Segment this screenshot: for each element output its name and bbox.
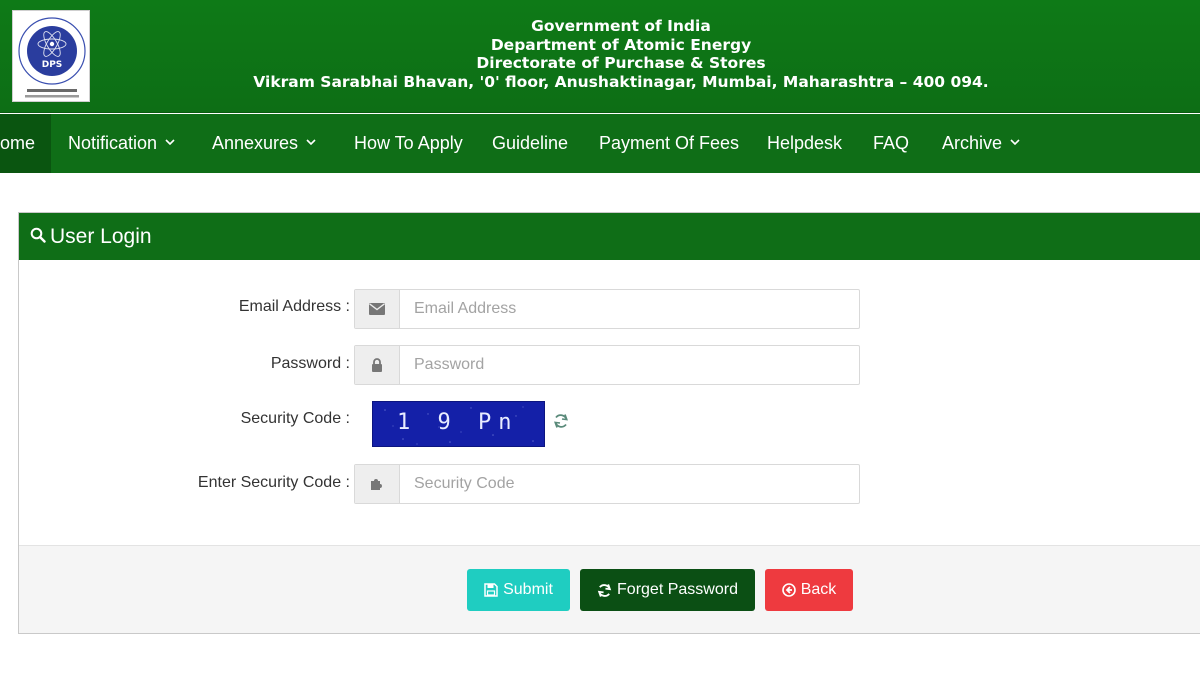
security-code-input[interactable] bbox=[400, 465, 859, 503]
refresh-icon bbox=[597, 583, 612, 597]
nav-item-label: Annexures bbox=[212, 133, 299, 153]
nav-item-home[interactable]: ome bbox=[0, 114, 51, 173]
refresh-captcha-button[interactable] bbox=[553, 413, 569, 434]
header-address: Vikram Sarabhai Bhavan, '0' floor, Anush… bbox=[253, 72, 989, 91]
nav-item-label: Archive bbox=[942, 133, 1003, 153]
header-title-block: Government of India Department of Atomic… bbox=[0, 17, 1200, 91]
save-icon bbox=[484, 583, 498, 597]
chevron-down-icon bbox=[306, 139, 316, 146]
nav-item-guideline[interactable]: Guideline bbox=[492, 114, 568, 173]
submit-label: Submit bbox=[503, 581, 553, 598]
chevron-down-icon bbox=[165, 139, 175, 146]
nav-item-label: Notification bbox=[68, 133, 158, 153]
email-label: Email Address : bbox=[238, 298, 350, 315]
chevron-down-icon bbox=[1010, 139, 1020, 146]
panel-title: User Login bbox=[50, 225, 152, 248]
site-header: DPS Government of India Department of At… bbox=[0, 0, 1200, 113]
nav-item-annexures[interactable]: Annexures bbox=[212, 114, 316, 173]
nav-item-payment-of-fees[interactable]: Payment Of Fees bbox=[599, 114, 739, 173]
nav-item-notification[interactable]: Notification bbox=[68, 114, 175, 173]
forget-password-label: Forget Password bbox=[617, 581, 738, 598]
enter-security-code-label: Enter Security Code : bbox=[197, 474, 350, 491]
nav-item-archive[interactable]: Archive bbox=[942, 114, 1020, 173]
header-line-government: Government of India bbox=[531, 17, 711, 35]
password-addon bbox=[355, 346, 400, 384]
refresh-icon bbox=[554, 414, 568, 428]
lock-icon bbox=[372, 358, 382, 372]
nav-item-label: Payment Of Fees bbox=[599, 133, 740, 153]
nav-item-helpdesk[interactable]: Helpdesk bbox=[767, 114, 842, 173]
password-input-group bbox=[354, 345, 860, 385]
main-navbar: ome Notification Annexures How To Apply … bbox=[0, 114, 1200, 173]
nav-item-label: ome bbox=[0, 133, 36, 153]
security-code-label: Security Code : bbox=[240, 410, 350, 427]
arrow-circle-left-icon bbox=[781, 583, 796, 597]
submit-button[interactable]: Submit bbox=[467, 569, 570, 611]
forget-password-button[interactable]: Forget Password bbox=[580, 569, 755, 611]
back-button[interactable]: Back bbox=[765, 569, 853, 611]
search-icon bbox=[30, 228, 46, 244]
captcha-image: 1 9 Pn bbox=[372, 401, 545, 447]
back-label: Back bbox=[800, 581, 837, 598]
security-code-input-group bbox=[354, 464, 860, 504]
user-login-panel: User Login Email Address : Password : Se… bbox=[18, 212, 1200, 634]
email-input-group bbox=[354, 289, 860, 329]
puzzle-icon bbox=[371, 479, 382, 490]
security-code-addon bbox=[355, 465, 400, 503]
email-input[interactable] bbox=[400, 290, 859, 328]
envelope-icon bbox=[369, 303, 385, 315]
captcha-text: 1 9 Pn bbox=[397, 410, 519, 435]
header-line-directorate: Directorate of Purchase & Stores bbox=[476, 54, 766, 72]
panel-header: User Login bbox=[19, 213, 1200, 260]
password-input[interactable] bbox=[400, 346, 859, 384]
password-label: Password : bbox=[270, 355, 350, 372]
nav-item-label: How To Apply bbox=[354, 133, 463, 153]
nav-item-how-to-apply[interactable]: How To Apply bbox=[354, 114, 463, 173]
nav-item-label: Guideline bbox=[492, 133, 569, 153]
nav-item-faq[interactable]: FAQ bbox=[873, 114, 909, 173]
panel-footer: Submit Forget Password Back bbox=[19, 545, 1200, 633]
nav-item-label: Helpdesk bbox=[767, 133, 843, 153]
nav-item-label: FAQ bbox=[873, 133, 910, 153]
header-line-department: Department of Atomic Energy bbox=[490, 35, 752, 54]
email-addon bbox=[355, 290, 400, 328]
